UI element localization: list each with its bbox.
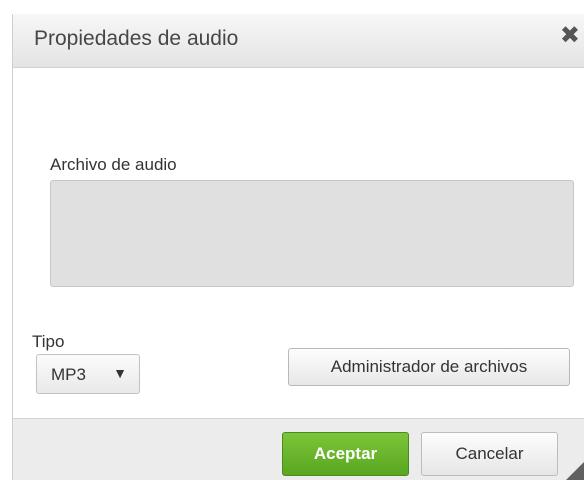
file-manager-button[interactable]: Administrador de archivos	[288, 348, 570, 386]
dialog-titlebar[interactable]: Propiedades de audio ✖	[13, 14, 584, 68]
resize-grip-icon[interactable]	[566, 462, 584, 480]
close-icon[interactable]: ✖	[560, 24, 580, 48]
accept-button[interactable]: Aceptar	[282, 432, 409, 476]
type-label: Tipo	[32, 332, 65, 351]
audio-file-field[interactable]	[50, 180, 574, 287]
type-select-value: MP3	[51, 365, 86, 384]
chevron-down-icon: ▼	[113, 365, 127, 381]
cancel-button[interactable]: Cancelar	[421, 432, 558, 476]
audio-properties-dialog: Propiedades de audio ✖ Archivo de audio …	[12, 14, 584, 480]
dialog-footer: Aceptar Cancelar	[13, 418, 584, 480]
dialog-title: Propiedades de audio	[34, 27, 239, 50]
type-select[interactable]: MP3 ▼	[36, 354, 140, 394]
audio-file-label: Archivo de audio	[50, 155, 177, 174]
